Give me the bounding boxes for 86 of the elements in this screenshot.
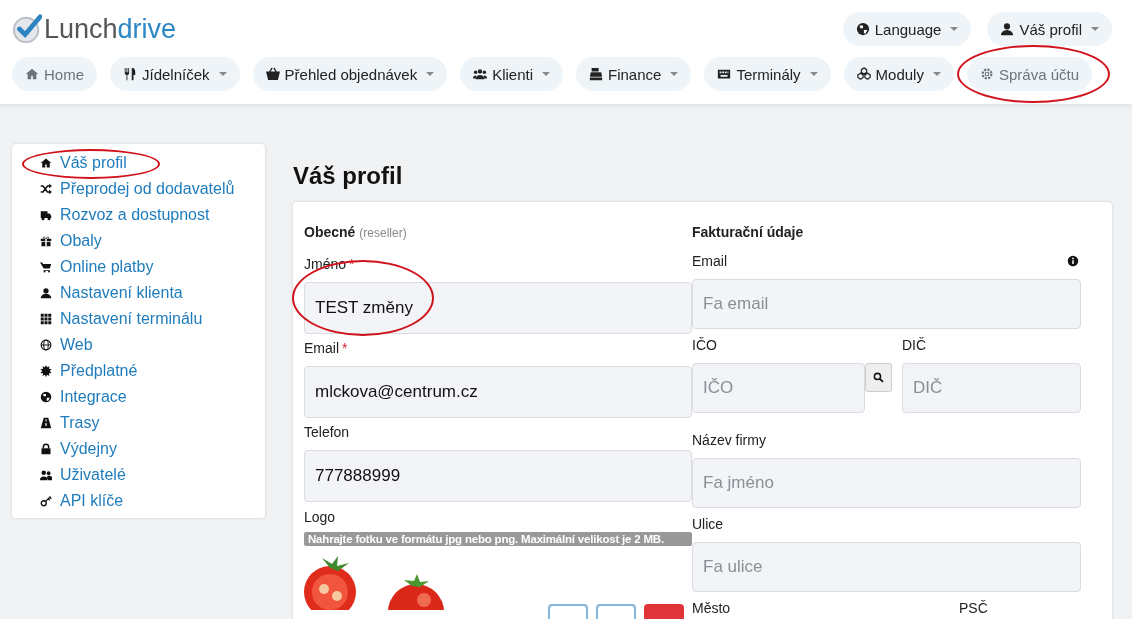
nav-tab[interactable]: Správa účtu [966,57,1092,91]
page-title: Váš profil [293,162,404,190]
nav-tab[interactable]: Jídelníček [110,57,240,91]
field-label: PSČ [959,600,988,616]
nav-tab[interactable]: Terminály [704,57,831,91]
input-field[interactable]: Fa ulice [692,542,1081,592]
nav-tab[interactable]: Home [12,57,97,91]
field-label: Email [304,340,339,356]
sidebar-link[interactable]: Trasy [60,414,100,432]
input-field[interactable]: 777888999 [304,450,692,502]
sidebar-link[interactable]: Rozvoz a dostupnost [60,206,210,224]
caret-icon [809,72,818,76]
home-icon [40,157,52,169]
sidebar-link[interactable]: Obaly [60,232,102,250]
caret-icon [1091,27,1099,31]
nav-tab[interactable]: Přehled objednávek [252,57,448,91]
sidebar-link[interactable]: Váš profil [60,154,127,172]
field-label: Název firmy [692,432,766,448]
gift-icon [40,235,52,247]
caret-icon [426,72,435,76]
sidebar-link[interactable]: Online platby [60,258,154,276]
input-field[interactable]: mlckova@centrum.cz [304,366,692,418]
sidebar-link[interactable]: Integrace [60,388,127,406]
upload-hint: Nahrajte fotku ve formátu jpg nebo png. Maximální velikost je 2 MB. [304,532,692,546]
globe-icon [40,391,52,403]
section-title: Fakturační údaje [692,224,804,240]
profile-menu[interactable]: Váš profil [987,12,1112,46]
settings-icon [979,67,994,81]
sidebar-link[interactable]: Přeprodej od dodavatelů [60,180,235,198]
input-field[interactable]: DIČ [902,363,1081,413]
cash-register-icon [589,67,604,81]
field-label: DIČ [902,337,927,353]
input-field[interactable]: Fa email [692,279,1081,329]
shuffle-icon [40,183,52,195]
nav-tab[interactable]: Finance [576,57,692,91]
field-label: Ulice [692,516,724,532]
image-action-button[interactable] [548,604,588,619]
nav-tab[interactable]: Moduly [843,57,954,91]
burst-icon [40,365,52,377]
sidebar-link[interactable]: Nastavení klienta [60,284,183,302]
sidebar-link[interactable]: API klíče [60,492,124,510]
truck-icon [40,209,52,221]
globe-icon [40,339,52,351]
logo-text[interactable]: Lunchdrive [44,13,177,45]
sidebar-link[interactable]: Web [60,336,93,354]
user-icon [1000,22,1015,36]
grid-icon [40,313,52,325]
users-icon [40,469,52,481]
image-action-button[interactable] [596,604,636,619]
input-field[interactable]: IČO [692,363,865,413]
section-title: Obecné [304,224,356,240]
section-note: (reseller) [359,226,407,240]
input-field[interactable]: Fa jméno [692,458,1081,508]
sidebar-link[interactable]: Nastavení terminálu [60,310,203,328]
input-field[interactable]: TEST změny [304,282,692,334]
caret-icon [950,27,959,31]
lock-icon [40,443,52,455]
caret-icon [670,72,679,76]
road-icon [40,417,52,429]
users-icon [473,67,488,81]
globe-icon [855,22,870,36]
checkmark-logo-icon [12,14,42,44]
sidebar-link[interactable]: Výdejny [60,440,117,458]
nav-tab[interactable]: Klienti [460,57,564,91]
language-menu[interactable]: Language [842,12,972,46]
field-label: Město [692,600,731,616]
field-label: Email [692,253,727,269]
search-button[interactable] [865,363,892,392]
field-label: IČO [692,337,717,353]
key-icon [40,495,52,507]
field-label: Logo [304,509,336,525]
basket-icon [265,67,280,81]
keyboard-icon [717,67,732,81]
home-icon [25,67,39,81]
user-icon [40,287,52,299]
cart-icon [40,261,52,273]
caret-icon [218,72,227,76]
search-icon [873,372,884,383]
field-label: Telefon [304,424,350,440]
cutlery-icon [123,67,137,81]
caret-icon [542,72,551,76]
sidebar-link[interactable]: Uživatelé [60,466,126,484]
caret-icon [932,72,941,76]
cubes-icon [856,67,871,81]
required-mark: * [342,340,348,356]
sidebar-link[interactable]: Předplatné [60,362,138,380]
